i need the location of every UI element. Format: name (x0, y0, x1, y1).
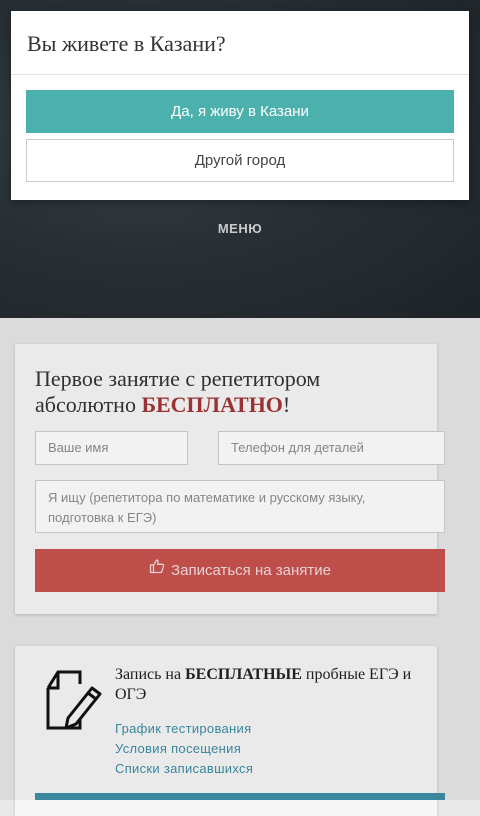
other-city-button[interactable]: Другой город (26, 139, 454, 182)
city-confirm-dialog: Вы живете в Казани? Да, я живу в Казани … (11, 11, 469, 200)
dialog-question: Вы живете в Казани? (27, 31, 226, 56)
dialog-divider (11, 74, 469, 75)
confirm-city-button[interactable]: Да, я живу в Казани (26, 90, 454, 133)
